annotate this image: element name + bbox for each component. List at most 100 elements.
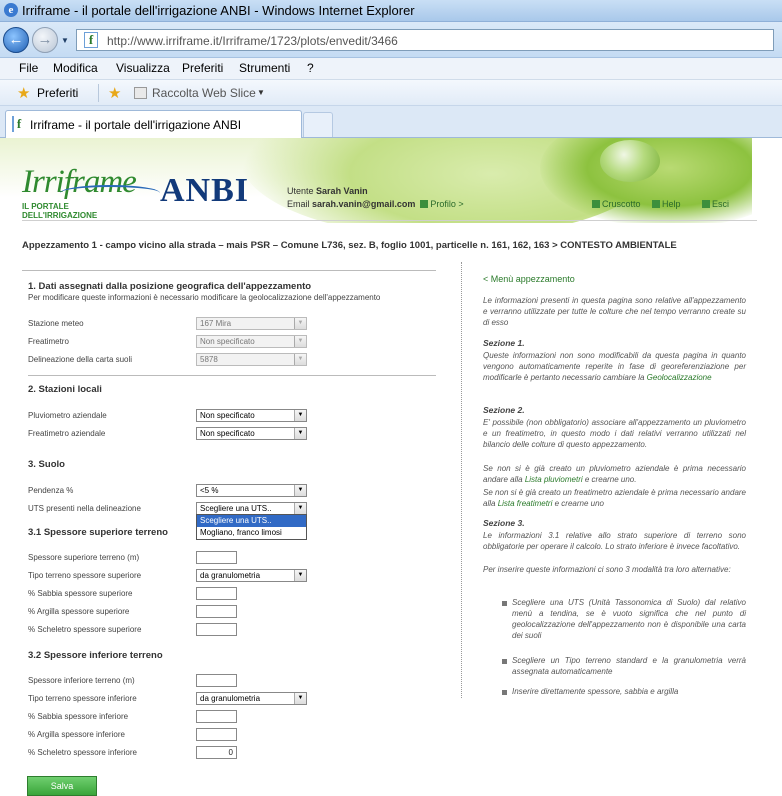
upper-thickness-label: Spessore superiore terreno (m) xyxy=(28,553,140,562)
chevron-down-icon: ▼ xyxy=(294,570,306,581)
site-favicon-icon: f xyxy=(84,32,98,48)
section-3-1-title: 3.1 Spessore superiore terreno xyxy=(28,527,168,538)
form-top-divider xyxy=(22,270,436,271)
favorites-star-icon[interactable]: ★ xyxy=(17,84,30,102)
tab-title: Irriframe - il portale dell'irrigazione … xyxy=(30,118,242,132)
upper-thickness-input[interactable] xyxy=(196,551,237,564)
upper-sand-label: % Sabbia spessore superiore xyxy=(28,589,133,598)
favorites-bar: ★ Preferiti ★ Raccolta Web Slice ▼ xyxy=(0,80,782,106)
menu-strumenti[interactable]: Strumenti xyxy=(239,61,290,75)
soil-map-label: Delineazione della carta suoli xyxy=(28,355,133,364)
user-label: Utente xyxy=(287,186,314,196)
uts-label: UTS presenti nella delineazione xyxy=(28,504,141,513)
forward-button[interactable]: → xyxy=(32,27,58,53)
weather-station-label: Stazione meteo xyxy=(28,319,84,328)
history-dropdown-icon[interactable]: ▼ xyxy=(61,36,69,45)
profile-link[interactable]: Profilo > xyxy=(420,199,464,209)
bullet-icon xyxy=(502,690,507,695)
add-favorite-icon[interactable]: ★ xyxy=(108,84,121,102)
water-table-list-link[interactable]: Lista freatimetri xyxy=(498,499,553,508)
web-slice-icon xyxy=(134,87,147,99)
lower-clay-input[interactable] xyxy=(196,728,237,741)
help-icon xyxy=(652,200,660,208)
help-section-2-title: Sezione 2. xyxy=(483,405,525,415)
menu-file[interactable]: File xyxy=(19,61,38,75)
favorites-button[interactable]: Preferiti xyxy=(37,86,78,100)
menu-bar: File Modifica Visualizza Preferiti Strum… xyxy=(0,58,782,80)
help-section-1-title: Sezione 1. xyxy=(483,338,525,348)
plot-menu-link[interactable]: < Menù appezzamento xyxy=(483,274,575,284)
help-section-3-text: Le informazioni 3.1 relative allo strato… xyxy=(483,531,746,551)
window-title: Irriframe - il portale dell'irrigazione … xyxy=(22,3,415,18)
upper-skeleton-input[interactable] xyxy=(196,623,237,636)
lower-skeleton-input[interactable]: 0 xyxy=(196,746,237,759)
address-url[interactable]: http://www.irriframe.it/Irriframe/1723/p… xyxy=(107,34,398,48)
menu-preferiti[interactable]: Preferiti xyxy=(182,61,223,75)
header-divider xyxy=(22,220,757,221)
anbi-logo[interactable]: ANBI xyxy=(160,172,249,210)
lower-clay-label: % Argilla spessore inferiore xyxy=(28,730,125,739)
lower-skeleton-label: % Scheletro spessore inferiore xyxy=(28,748,137,757)
chevron-down-icon: ▼ xyxy=(294,410,306,421)
logout-icon xyxy=(702,200,710,208)
back-button[interactable]: ← xyxy=(3,27,29,53)
uts-option[interactable]: Mogliano, franco limosi xyxy=(197,527,306,539)
weather-station-select: 167 Mira ▼ xyxy=(196,317,307,330)
chevron-down-icon: ▼ xyxy=(294,428,306,439)
uts-dropdown-list: Scegliere una UTS.. Mogliano, franco lim… xyxy=(196,514,307,540)
address-bar[interactable]: f http://www.irriframe.it/Irriframe/1723… xyxy=(76,29,774,51)
lower-sand-input[interactable] xyxy=(196,710,237,723)
water-drop-image xyxy=(600,140,660,182)
chevron-down-icon: ▼ xyxy=(294,318,306,329)
help-section-1-text: Queste informazioni non sono modificabil… xyxy=(483,351,746,382)
section-3-title: 3. Suolo xyxy=(28,459,65,470)
lower-thickness-label: Spessore inferiore terreno (m) xyxy=(28,676,135,685)
help-bullet: Scegliere una UTS (Unità Tassonomica di … xyxy=(512,598,746,640)
rain-gauge-select[interactable]: Non specificato ▼ xyxy=(196,409,307,422)
section-1-title: 1. Dati assegnati dalla posizione geogra… xyxy=(28,281,312,292)
help-section-2-watertable: Se non si è già creato un freatimetro az… xyxy=(483,488,746,508)
chevron-down-icon: ▼ xyxy=(294,336,306,347)
chevron-down-icon: ▼ xyxy=(294,354,306,365)
logo-arc xyxy=(60,185,160,201)
soil-map-select: 5878 ▼ xyxy=(196,353,307,366)
farm-water-table-label: Freatimetro aziendale xyxy=(28,429,106,438)
farm-water-table-select[interactable]: Non specificato ▼ xyxy=(196,427,307,440)
slope-label: Pendenza % xyxy=(28,486,74,495)
lower-thickness-input[interactable] xyxy=(196,674,237,687)
upper-clay-input[interactable] xyxy=(196,605,237,618)
web-slice-dropdown-icon[interactable]: ▼ xyxy=(257,88,265,97)
chevron-down-icon: ▼ xyxy=(294,693,306,704)
section-1-note: Per modificare queste informazioni è nec… xyxy=(28,293,381,302)
upper-sand-input[interactable] xyxy=(196,587,237,600)
save-button[interactable]: Salva xyxy=(27,776,97,796)
section-3-2-title: 3.2 Spessore inferiore terreno xyxy=(28,650,163,661)
slope-select[interactable]: <5 % ▼ xyxy=(196,484,307,497)
upper-soil-type-select[interactable]: da granulometria ▼ xyxy=(196,569,307,582)
upper-skeleton-label: % Scheletro spessore superiore xyxy=(28,625,142,634)
section-divider xyxy=(28,375,436,376)
breadcrumb: Appezzamento 1 - campo vicino alla strad… xyxy=(22,240,677,251)
window-titlebar: e Irriframe - il portale dell'irrigazion… xyxy=(0,0,782,22)
page-content: Irriframe IL PORTALE DELL'IRRIGAZIONE AN… xyxy=(0,138,782,796)
help-link[interactable]: Help xyxy=(652,199,681,209)
irriframe-logo-subtitle: IL PORTALE DELL'IRRIGAZIONE xyxy=(22,202,98,220)
menu-modifica[interactable]: Modifica xyxy=(53,61,98,75)
help-intro: Le informazioni presenti in questa pagin… xyxy=(483,296,746,327)
geolocation-link[interactable]: Geolocalizzazione xyxy=(647,373,712,382)
lower-soil-type-select[interactable]: da granulometria ▼ xyxy=(196,692,307,705)
menu-help[interactable]: ? xyxy=(307,61,314,75)
tab-row: f Irriframe - il portale dell'irrigazion… xyxy=(0,106,782,138)
column-divider xyxy=(461,262,462,698)
dashboard-link[interactable]: Cruscotto xyxy=(592,199,641,209)
help-section-2-rain: Se non si è già creato un pluviometro az… xyxy=(483,464,746,484)
logout-link[interactable]: Esci xyxy=(702,199,729,209)
browser-tab-active[interactable]: f Irriframe - il portale dell'irrigazion… xyxy=(5,110,302,138)
uts-option[interactable]: Scegliere una UTS.. xyxy=(197,515,306,527)
rain-gauge-list-link[interactable]: Lista pluviometri xyxy=(525,475,583,484)
menu-visualizza[interactable]: Visualizza xyxy=(116,61,170,75)
web-slice-gallery[interactable]: Raccolta Web Slice xyxy=(152,86,256,100)
bullet-icon xyxy=(502,659,507,664)
new-tab-button[interactable] xyxy=(303,112,333,137)
help-bullet: Inserire direttamente spessore, sabbia e… xyxy=(512,687,679,696)
